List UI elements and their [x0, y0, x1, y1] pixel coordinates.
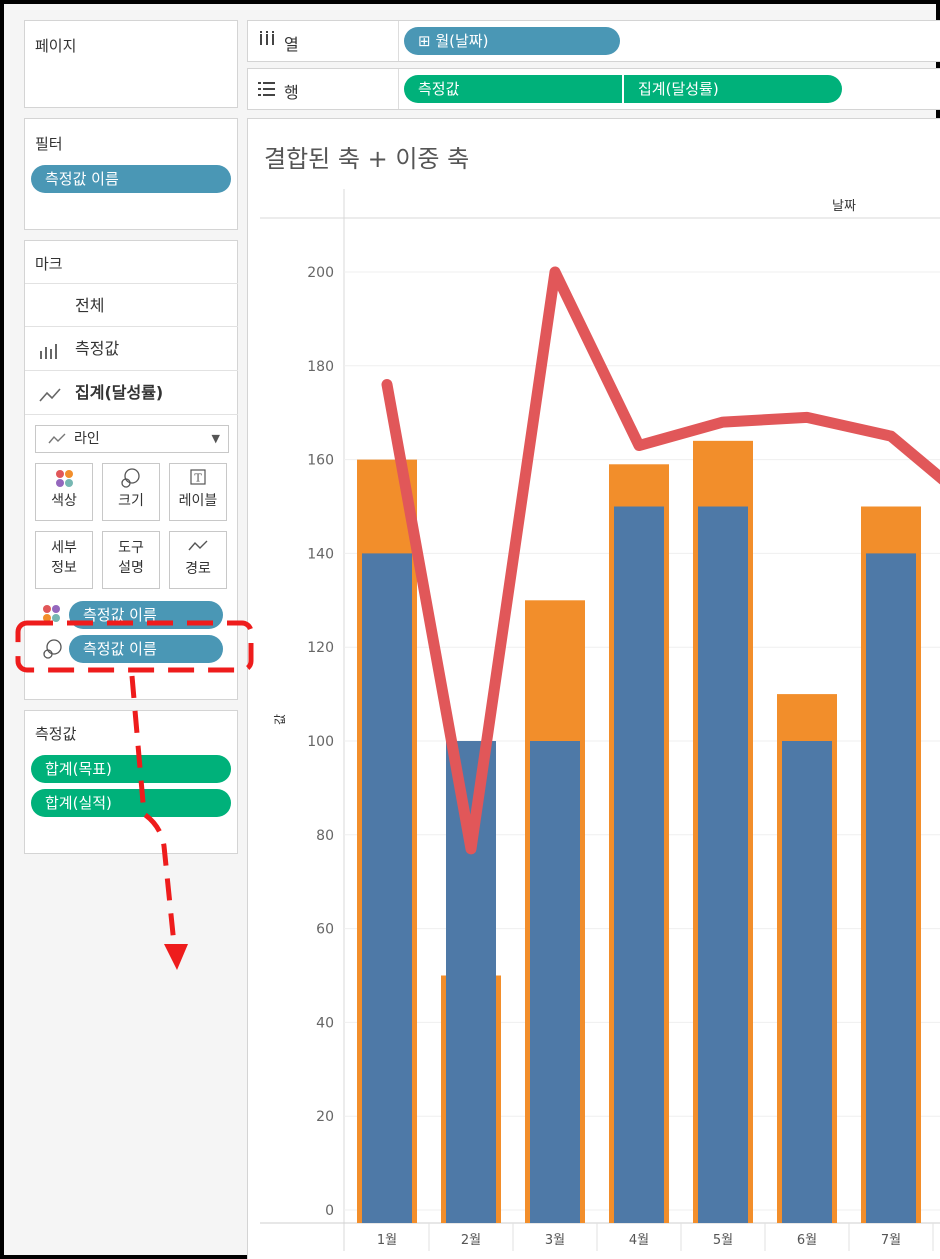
- detail-button-label: 세부 정보: [51, 540, 77, 576]
- path-icon: [170, 532, 226, 558]
- y-tick-label: 100: [307, 734, 334, 750]
- line-chart-icon: [39, 371, 61, 433]
- marks-title: 마크: [35, 255, 63, 273]
- x-tick-label: 1월: [377, 1233, 397, 1248]
- pages-title: 페이지: [35, 37, 77, 55]
- path-button-label: 경로: [185, 561, 211, 577]
- pages-panel: 페이지: [24, 20, 238, 108]
- filter-pill-measure-names[interactable]: 측정값 이름: [31, 165, 231, 193]
- bar-actual: [698, 506, 748, 1223]
- y-tick-label: 80: [316, 828, 334, 844]
- filters-title: 필터: [35, 135, 63, 153]
- x-tick-label: 3월: [545, 1233, 565, 1248]
- marks-row-all-label: 전체: [75, 296, 105, 315]
- y-tick-label: 20: [316, 1109, 334, 1125]
- marks-row-all[interactable]: 전체: [25, 283, 238, 327]
- y-tick-label: 0: [325, 1203, 334, 1219]
- bar-actual: [362, 553, 412, 1223]
- bar-actual: [866, 553, 916, 1223]
- rows-shelf: 행 측정값 집계(달성률): [247, 68, 940, 110]
- label-T-icon: T: [170, 464, 226, 490]
- measure-values-panel: 측정값 합계(목표) 합계(실적): [24, 710, 238, 854]
- x-tick-label: 7월: [881, 1233, 901, 1248]
- measure-pill-actual[interactable]: 합계(실적): [31, 789, 231, 817]
- color-dots-icon: [36, 464, 92, 490]
- color-button-label: 색상: [51, 493, 77, 509]
- y-tick-label: 180: [307, 359, 334, 375]
- bar-actual: [614, 506, 664, 1223]
- y-tick-label: 40: [316, 1015, 334, 1031]
- row-pill-achievement[interactable]: 집계(달성률): [624, 75, 842, 103]
- x-tick-label: 6월: [797, 1233, 817, 1248]
- x-tick-label: 5월: [713, 1233, 733, 1248]
- app-window: 페이지 필터 측정값 이름 마크 전체 측정값 집계(달성률) 라인 ▼ 색상 …: [0, 0, 940, 1259]
- y-tick-label: 140: [307, 546, 334, 562]
- color-button[interactable]: 색상: [35, 463, 93, 521]
- filters-panel: 필터 측정값 이름: [24, 118, 238, 230]
- size-icon: [41, 637, 63, 665]
- columns-label: 열: [284, 35, 299, 54]
- line-mark-icon: [48, 426, 66, 461]
- tooltip-button-label: 도구 설명: [118, 540, 144, 576]
- color-dots-icon: [41, 603, 63, 629]
- y-tick-label: 60: [316, 922, 334, 938]
- tooltip-button[interactable]: 도구 설명: [102, 531, 160, 589]
- marks-row-achievement-label: 집계(달성률): [75, 383, 164, 402]
- mark-type-value: 라인: [74, 431, 100, 447]
- path-button[interactable]: 경로: [169, 531, 227, 589]
- chart-panel: 결합된 축 + 이중 축 날짜 값 0 20 40 60 80 100 120 140 160 1…: [247, 118, 940, 1259]
- svg-text:T: T: [194, 472, 202, 485]
- annotation-arrowhead: [164, 944, 188, 970]
- y-tick-label: 120: [307, 640, 334, 656]
- rows-label: 행: [284, 83, 299, 102]
- marks-row-achievement[interactable]: 집계(달성률): [25, 371, 238, 415]
- bar-actual: [530, 741, 580, 1223]
- x-tick-label: 4월: [629, 1233, 649, 1248]
- marks-row-measure-values[interactable]: 측정값: [25, 327, 238, 371]
- shelf-divider: [398, 21, 399, 61]
- label-button[interactable]: T 레이블: [169, 463, 227, 521]
- y-tick-label: 200: [307, 265, 334, 281]
- y-tick-label: 160: [307, 453, 334, 469]
- rows-icon: [257, 79, 277, 103]
- bar-actual: [782, 741, 832, 1223]
- shelf-divider: [398, 69, 399, 109]
- columns-icon: [258, 29, 276, 55]
- label-button-label: 레이블: [178, 493, 218, 509]
- measure-pill-target[interactable]: 합계(목표): [31, 755, 231, 783]
- detail-button[interactable]: 세부 정보: [35, 531, 93, 589]
- marks-row-measure-values-label: 측정값: [75, 339, 120, 358]
- size-encoding-pill[interactable]: 측정값 이름: [69, 635, 223, 663]
- chart-svg: 0 20 40 60 80 100 120 140 160 180 200 1월 2월 3월 4월 5월 6월 7…: [260, 189, 940, 1251]
- color-encoding-pill[interactable]: 측정값 이름: [69, 601, 223, 629]
- chevron-down-icon: ▼: [211, 432, 220, 445]
- measure-values-title: 측정값: [35, 725, 77, 743]
- column-pill-month[interactable]: ⊞ 월(날짜): [404, 27, 620, 55]
- mark-type-dropdown[interactable]: 라인 ▼: [35, 425, 229, 453]
- size-icon: [103, 464, 159, 490]
- x-tick-label: 2월: [461, 1233, 481, 1248]
- size-button-label: 크기: [118, 493, 144, 509]
- row-pill-measure-values[interactable]: 측정값: [404, 75, 622, 103]
- marks-panel: 마크 전체 측정값 집계(달성률) 라인 ▼ 색상 크기 T 레이블 세부 정보…: [24, 240, 238, 700]
- columns-shelf: 열 ⊞ 월(날짜): [247, 20, 940, 62]
- size-button[interactable]: 크기: [102, 463, 160, 521]
